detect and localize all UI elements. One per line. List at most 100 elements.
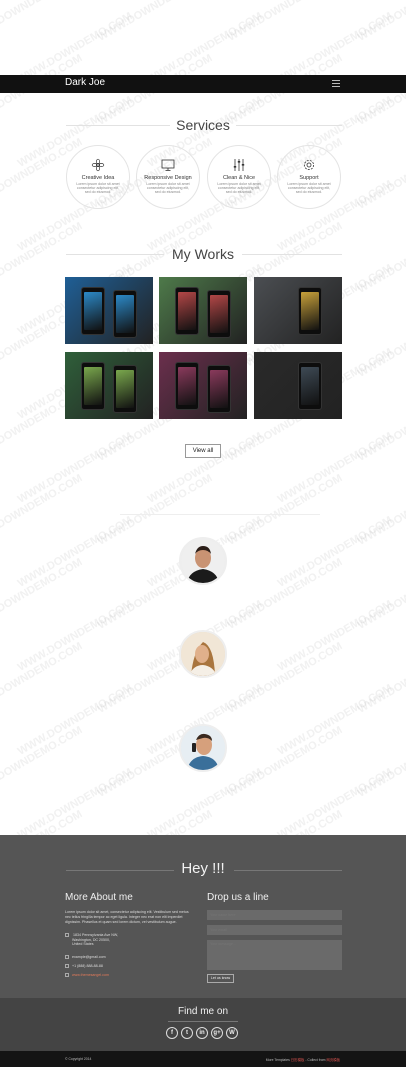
- address-line: United States: [72, 942, 94, 946]
- email-row: example@gmail.com: [65, 955, 106, 960]
- gear-icon: [304, 160, 314, 170]
- website-row: www.themesangel.com: [65, 973, 109, 978]
- name-field[interactable]: [207, 910, 342, 920]
- hamburger-icon[interactable]: [332, 80, 340, 87]
- twitter-icon[interactable]: t: [181, 1027, 193, 1039]
- watermark-text: WWW.DOWNDEMO.COM: [16, 514, 135, 589]
- email-text[interactable]: example@gmail.com: [72, 955, 106, 959]
- address-line: Washington, DC 20500,: [72, 937, 111, 942]
- sliders-icon: [233, 159, 245, 171]
- watermark-text: WWW.DOWNDEMO.COM: [276, 682, 406, 800]
- copyright-text: © Copyright 2014: [65, 1057, 92, 1061]
- watermark-text: WWW.DOWNDEMO.COM: [356, 556, 406, 631]
- phone-screen: [84, 367, 102, 405]
- social-title: Find me on: [177, 1006, 229, 1017]
- email-icon: [65, 955, 69, 960]
- message-field[interactable]: [207, 940, 342, 970]
- service-support: Support Lorem ipsum dolor sit amet conse…: [277, 145, 341, 209]
- section-divider: [120, 514, 320, 515]
- phone-mockup: [207, 365, 231, 413]
- services-list: Creative Idea Lorem ipsum dolor sit amet…: [66, 145, 342, 213]
- watermark-text: WWW.DOWNDEMO.COM: [146, 766, 265, 841]
- watermark-text: WWW.DOWNDEMO.COM: [226, 724, 395, 842]
- service-clean-nice: Clean & Nice Lorem ipsum dolor sit amet …: [207, 145, 271, 209]
- phone-screen: [116, 370, 134, 408]
- footer: Hey !!! More About me Lorem ipsum dolor …: [0, 835, 406, 998]
- linkedin-icon[interactable]: in: [196, 1027, 208, 1039]
- work-thumbnail[interactable]: [159, 277, 247, 344]
- watermark-text: WWW.DOWNDEMO.COM: [16, 598, 135, 673]
- watermark-text: WWW.DOWNDEMO.COM: [356, 304, 406, 379]
- phone-screen: [178, 292, 196, 330]
- website-link[interactable]: www.themesangel.com: [72, 973, 109, 977]
- address-block: 1834 Pennsylvania Ave NW, Washington, DC…: [65, 933, 118, 947]
- phone-mockup: [113, 290, 137, 338]
- phone-icon: [65, 964, 69, 969]
- top-navbar: Dark Joe: [0, 75, 406, 93]
- view-all-button[interactable]: View all: [185, 444, 221, 458]
- social-section: Find me on f t in g+ W: [0, 998, 406, 1051]
- watermark-text: WWW.DOWNDEMO.COM: [356, 640, 406, 715]
- watermark-text: WWW.DOWNDEMO.COM: [276, 598, 395, 673]
- monitor-icon: [161, 159, 175, 171]
- googleplus-icon[interactable]: g+: [211, 1027, 223, 1039]
- watermark-text: WWW.DOWNDEMO.COM: [0, 724, 135, 842]
- service-desc: Lorem ipsum dolor sit amet consectetur a…: [217, 182, 261, 194]
- service-desc: Lorem ipsum dolor sit amet consectetur a…: [287, 182, 331, 194]
- work-thumbnail[interactable]: [254, 277, 342, 344]
- credit-link[interactable]: 日历模板: [291, 1058, 305, 1062]
- watermark-text: WWW.DOWNDEMO.COM: [96, 0, 215, 44]
- watermark-text: WWW.DOWNDEMO.COM: [0, 0, 84, 44]
- watermark-text: WWW.DOWNDEMO.COM: [356, 0, 406, 44]
- service-desc: Lorem ipsum dolor sit amet consectetur a…: [76, 182, 120, 194]
- watermark-text: WWW.DOWNDEMO.COM: [0, 472, 84, 547]
- phone-screen: [178, 367, 196, 405]
- avatar: [179, 537, 227, 585]
- credit-mid: - Collect from: [305, 1058, 326, 1062]
- phone-screen: [301, 367, 319, 405]
- watermark-text: WWW.DOWNDEMO.COM: [356, 472, 406, 547]
- avatar-woman-smiling: [181, 632, 225, 676]
- phone-screen: [210, 295, 228, 333]
- credit-text: More Templates 日历模板 - Collect from 网页模板: [266, 1057, 340, 1062]
- contact-title: Drop us a line: [207, 892, 269, 903]
- watermark-text: WWW.DOWNDEMO.COM: [96, 472, 215, 547]
- phone-screen: [210, 370, 228, 408]
- watermark-text: WWW.DOWNDEMO.COM: [356, 136, 406, 211]
- phone-mockup: [175, 287, 199, 335]
- wordpress-icon[interactable]: W: [226, 1027, 238, 1039]
- phone-screen: [301, 292, 319, 330]
- email-field[interactable]: [207, 925, 342, 935]
- watermark-text: WWW.DOWNDEMO.COM: [356, 388, 406, 463]
- watermark-text: WWW.DOWNDEMO.COM: [226, 0, 345, 44]
- social-title-underline: [168, 1021, 238, 1022]
- address-line: 1834 Pennsylvania Ave NW,: [73, 933, 119, 937]
- watermark-text: WWW.DOWNDEMO.COM: [226, 472, 345, 547]
- service-desc: Lorem ipsum dolor sit amet consectetur a…: [146, 182, 190, 194]
- send-button[interactable]: Let us know: [207, 974, 234, 983]
- work-thumbnail[interactable]: [159, 352, 247, 419]
- globe-icon: [65, 973, 69, 978]
- brand-logo[interactable]: Dark Joe: [65, 77, 105, 88]
- watermark-text: WWW.DOWNDEMO.COM: [16, 682, 215, 800]
- avatar-man-dark-shirt: [181, 539, 225, 583]
- phone-screen: [116, 295, 134, 333]
- work-thumbnail[interactable]: [65, 352, 153, 419]
- phone-mockup: [81, 362, 105, 410]
- about-text: Lorem ipsum dolor sit amet, consectetur …: [65, 910, 189, 924]
- facebook-icon[interactable]: f: [166, 1027, 178, 1039]
- avatar-man-on-phone: [181, 726, 225, 770]
- credit-link[interactable]: 网页模板: [326, 1058, 340, 1062]
- watermark-text: WWW.DOWNDEMO.COM: [276, 514, 395, 589]
- work-thumbnail[interactable]: [65, 277, 153, 344]
- watermark-text: WWW.DOWNDEMO.COM: [16, 766, 135, 841]
- avatar: [179, 630, 227, 678]
- credit-prefix: More Templates: [265, 1058, 290, 1062]
- phone-mockup: [81, 287, 105, 335]
- watermark-text: WWW.DOWNDEMO.COM: [16, 430, 135, 505]
- location-icon: [65, 933, 69, 938]
- watermark-text: WWW.DOWNDEMO.COM: [0, 556, 84, 631]
- phone-mockup: [298, 287, 322, 335]
- work-thumbnail[interactable]: [254, 352, 342, 419]
- watermark-text: WWW.DOWNDEMO.COM: [276, 766, 395, 841]
